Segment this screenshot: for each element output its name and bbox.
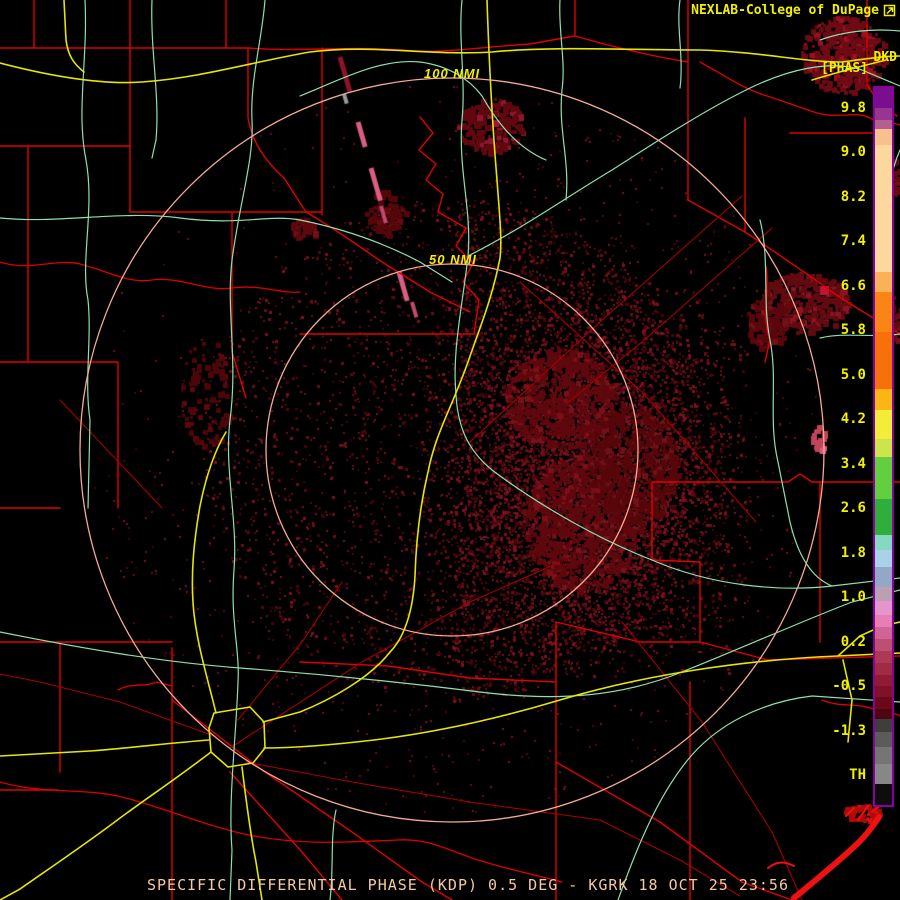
ring-100nmi bbox=[79, 77, 825, 823]
minor-roads bbox=[0, 0, 900, 900]
color-scale-segment bbox=[875, 535, 892, 550]
ring-label-50nmi: 50 NMI bbox=[429, 252, 477, 267]
color-scale-segment bbox=[875, 145, 892, 272]
color-scale-segment bbox=[875, 764, 892, 784]
color-scale-tick-label: 1.0 bbox=[840, 589, 866, 606]
color-scale-segment bbox=[875, 747, 892, 764]
color-scale-segment bbox=[875, 332, 892, 389]
radar-viewer: NEXLAB-College of DuPage DKD [PHAS] 100 … bbox=[0, 0, 900, 900]
color-scale-segment bbox=[875, 675, 892, 686]
color-scale-tick-label: 4.2 bbox=[840, 411, 866, 428]
color-scale-segment bbox=[875, 627, 892, 639]
rivers bbox=[0, 61, 900, 883]
color-scale-segment bbox=[875, 784, 892, 805]
color-scale-segment bbox=[875, 499, 892, 535]
secondary-roads bbox=[0, 195, 803, 900]
color-scale-tick-label: 3.4 bbox=[840, 455, 866, 472]
ring-label-100nmi: 100 NMI bbox=[424, 66, 481, 81]
ring-50nmi bbox=[265, 263, 639, 637]
color-scale-segment bbox=[875, 709, 892, 719]
color-scale-segment bbox=[875, 439, 892, 457]
color-scale-bar bbox=[873, 86, 894, 807]
color-scale-tick-label: 0.2 bbox=[840, 633, 866, 650]
external-link-icon[interactable] bbox=[883, 4, 896, 17]
brand-link[interactable]: NEXLAB-College of DuPage bbox=[691, 3, 879, 18]
color-scale-segment bbox=[875, 410, 892, 439]
color-scale-tick-label: 8.2 bbox=[840, 188, 866, 205]
color-scale-tick-label: 9.0 bbox=[840, 144, 866, 161]
county-borders bbox=[0, 0, 900, 900]
color-scale-segment bbox=[875, 639, 892, 651]
color-scale-tick-label: -0.5 bbox=[832, 678, 866, 695]
color-scale-tick-label: 7.4 bbox=[840, 233, 866, 250]
color-scale-segment bbox=[875, 686, 892, 697]
color-scale-tick-label: TH bbox=[849, 767, 866, 784]
range-rings bbox=[79, 77, 825, 823]
color-scale-tick-label: 5.0 bbox=[840, 366, 866, 383]
color-scale-segment bbox=[875, 587, 892, 601]
color-scale-segment bbox=[875, 719, 892, 732]
color-scale-segment bbox=[875, 697, 892, 709]
color-scale-segment bbox=[875, 550, 892, 567]
product-code-label: DKD bbox=[873, 50, 897, 65]
color-scale-segment bbox=[875, 457, 892, 499]
color-scale-tick-label: 6.6 bbox=[840, 277, 866, 294]
color-scale-segment bbox=[875, 108, 892, 120]
product-tag-label: [PHAS] bbox=[821, 61, 868, 76]
color-scale-tick-label: 2.6 bbox=[840, 500, 866, 517]
map-overlay bbox=[0, 0, 900, 900]
color-scale-segment bbox=[875, 601, 892, 615]
color-scale-segment bbox=[875, 120, 892, 129]
color-scale-tick-label: 1.8 bbox=[840, 544, 866, 561]
color-scale-tick-label: 5.8 bbox=[840, 322, 866, 339]
color-scale-segment bbox=[875, 567, 892, 587]
color-scale-segment bbox=[875, 615, 892, 627]
color-scale-segment bbox=[875, 663, 892, 675]
color-scale-segment bbox=[875, 732, 892, 747]
highways bbox=[0, 0, 900, 900]
color-scale-segment bbox=[875, 88, 892, 108]
color-scale-segment bbox=[875, 389, 892, 410]
color-scale-tick-label: -1.3 bbox=[832, 722, 866, 739]
color-scale-tick-label: 9.8 bbox=[840, 100, 866, 116]
color-scale-segment bbox=[875, 129, 892, 145]
color-scale-segment bbox=[875, 272, 892, 292]
status-bar: SPECIFIC DIFFERENTIAL PHASE (KDP) 0.5 DE… bbox=[147, 876, 789, 894]
color-scale-segment bbox=[875, 651, 892, 663]
color-scale-segment bbox=[875, 292, 892, 332]
